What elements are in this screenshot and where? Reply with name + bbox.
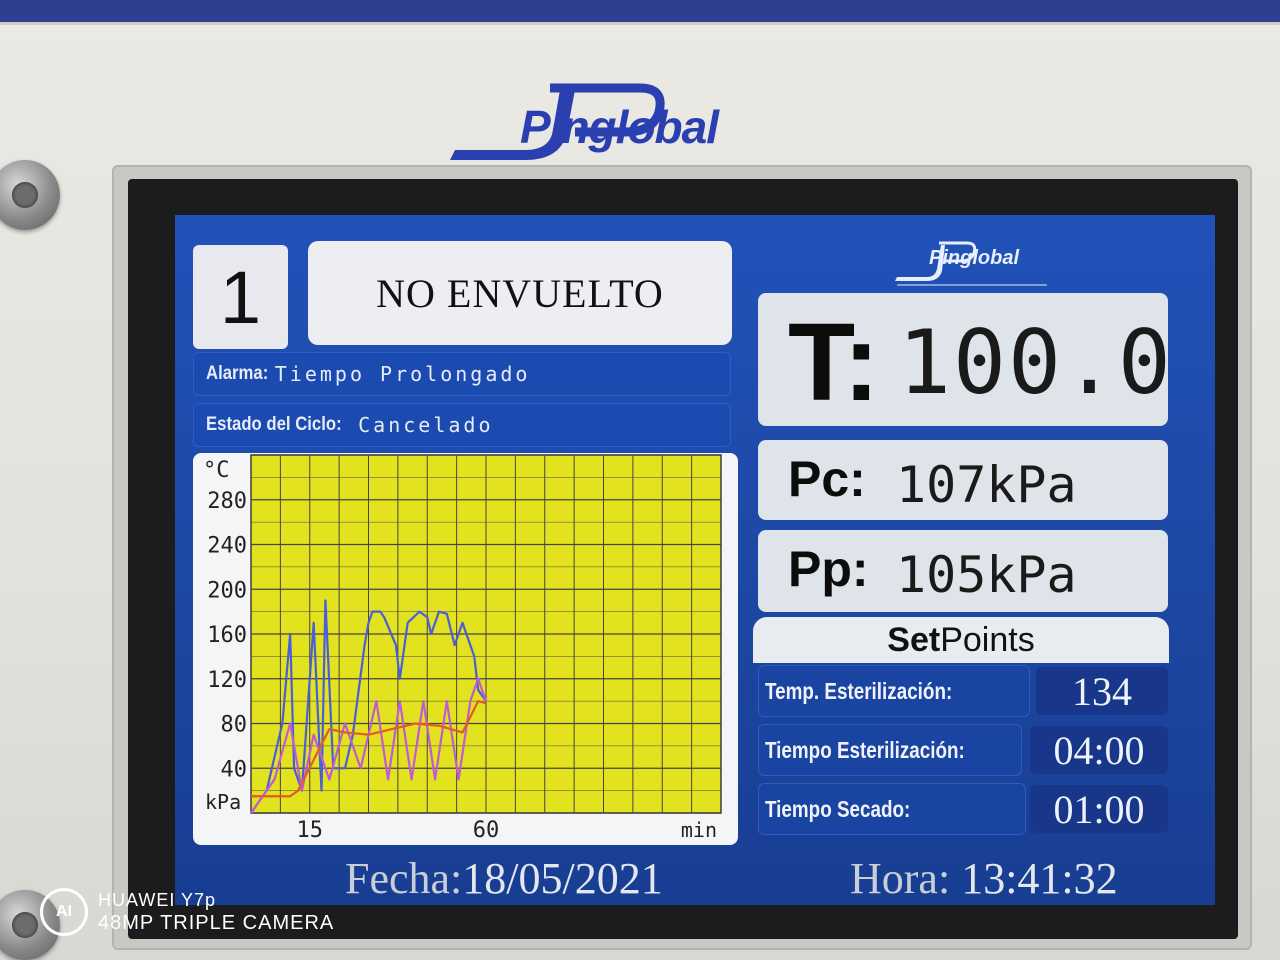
cycle-number-display[interactable]: 1 (193, 245, 288, 349)
temperature-label: T: (788, 301, 880, 424)
y-tick-label: 120 (207, 668, 247, 693)
hmi-screen: 1 NO ENVUELTO Pinglobal Alarma: Tiempo P… (175, 215, 1215, 905)
brand-text: Pinglobal (520, 101, 719, 153)
y-tick-label: 280 (207, 489, 247, 514)
drying-time-value[interactable]: 01:00 (1030, 785, 1168, 833)
alarm-label: Alarma: (206, 363, 269, 384)
x-tick-label: 60 (473, 818, 500, 843)
time-display: Hora: 13:41:32 (850, 853, 1118, 905)
y-unit-bottom: kPa (205, 790, 241, 814)
brand-logo: Pinglobal (425, 80, 785, 160)
camera-watermark: AI HUAWEI Y7p 48MP TRIPLE CAMERA (40, 888, 370, 948)
date-display: Fecha:18/05/2021 (345, 853, 663, 905)
sterilization-time-value[interactable]: 04:00 (1030, 726, 1168, 774)
y-tick-label: 160 (207, 623, 247, 648)
x-unit-label: min (681, 818, 717, 842)
chamber-pressure-readout: Pc: 107kPa (758, 440, 1168, 520)
temperature-value: 100.0 (898, 311, 1168, 414)
y-tick-label: 40 (221, 757, 248, 782)
time-label: Hora: (850, 854, 951, 903)
setpoints-title-bold: Set (887, 620, 941, 659)
program-name-button[interactable]: NO ENVUELTO (308, 241, 732, 345)
alarm-value: Tiempo Prolongado (274, 362, 531, 386)
setpoint-drying-time: Tiempo Secado: 01:00 (758, 783, 1168, 835)
screen-brand-logo: Pinglobal (887, 233, 1057, 288)
setpoint-sterilization-time: Tiempo Esterilización: 04:00 (758, 724, 1168, 776)
sterilization-temp-value[interactable]: 134 (1036, 667, 1168, 715)
setpoints-header[interactable]: Set Points (753, 617, 1169, 663)
setpoints-title-rest: Points (940, 620, 1035, 659)
sterilization-time-label: Tiempo Esterilización: (765, 736, 965, 763)
y-tick-label: 240 (207, 534, 247, 559)
y-unit-top: °C (203, 458, 230, 483)
y-tick-label: 200 (207, 578, 247, 603)
jacket-pressure-readout: Pp: 105kPa (758, 530, 1168, 612)
jacket-pressure-label: Pp: (788, 541, 869, 597)
cycle-chart[interactable]: 280 240 200 160 120 80 40 °C kPa 15 60 min (193, 453, 738, 845)
setpoint-sterilization-temp: Temp. Esterilización: 134 (758, 665, 1168, 717)
alarm-row: Alarma: Tiempo Prolongado (193, 352, 731, 396)
time-value: 13:41:32 (961, 854, 1118, 903)
chamber-pressure-label: Pc: (788, 451, 866, 507)
jacket-pressure-value: 105kPa (896, 546, 1077, 604)
cycle-state-row: Estado del Ciclo: Cancelado (193, 403, 731, 447)
cycle-chart-svg: 280 240 200 160 120 80 40 °C kPa 15 60 min (203, 454, 722, 843)
sterilization-temp-label: Temp. Esterilización: (765, 677, 953, 704)
temperature-readout: T: 100.0 (758, 293, 1168, 426)
camera-model: HUAWEI Y7p (98, 890, 217, 910)
camera-ai-icon: AI (40, 888, 88, 936)
screen-logo-text: Pinglobal (929, 247, 1019, 269)
cycle-state-label: Estado del Ciclo: (206, 414, 342, 435)
date-value: 18/05/2021 (462, 854, 663, 903)
chamber-pressure-value: 107kPa (896, 456, 1077, 514)
camera-spec: 48MP TRIPLE CAMERA (98, 912, 335, 934)
y-tick-label: 80 (221, 713, 248, 738)
x-tick-label: 15 (297, 818, 324, 843)
drying-time-label: Tiempo Secado: (765, 795, 911, 822)
housing-top-stripe (0, 0, 1280, 24)
cycle-state-value: Cancelado (358, 413, 494, 437)
